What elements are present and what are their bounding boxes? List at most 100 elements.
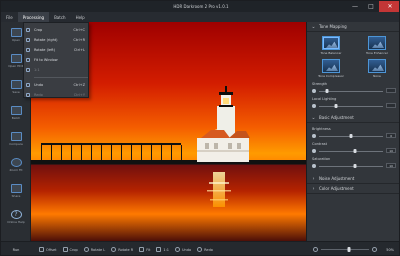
saturation-value[interactable]: 10 bbox=[386, 163, 396, 168]
menu-help[interactable]: Help bbox=[71, 12, 90, 22]
undo-tool[interactable]: Undo bbox=[174, 247, 192, 252]
fit-tool[interactable]: Fit bbox=[139, 247, 150, 252]
tone-balancer-thumbnail bbox=[322, 36, 340, 50]
online-help-tool[interactable]: ? Online Help bbox=[1, 204, 31, 230]
local-lighting-slider[interactable] bbox=[318, 103, 384, 108]
zoom-fit-tool[interactable]: Zoom Fit bbox=[1, 152, 31, 178]
preset-none[interactable]: None bbox=[358, 59, 396, 78]
zoom-out-icon[interactable] bbox=[313, 247, 318, 252]
chevron-right-icon: › bbox=[312, 175, 315, 182]
menu-rotate-left[interactable]: Rotate (left) Ctrl+L bbox=[24, 45, 88, 55]
title-bar: HDR Darkroom 2 Pro v1.0.1 — □ ✕ bbox=[1, 1, 399, 12]
strength-value[interactable] bbox=[386, 88, 396, 93]
noise-adjustment-header[interactable]: › Noise Adjustment bbox=[307, 174, 399, 184]
brightness-value[interactable]: 0 bbox=[386, 133, 396, 138]
contrast-value[interactable]: 10 bbox=[386, 148, 396, 153]
compare-icon bbox=[10, 132, 22, 141]
preset-tone-balancer[interactable]: Tone Balancer bbox=[312, 36, 350, 55]
maximize-button[interactable]: □ bbox=[363, 1, 379, 12]
zoom-in-icon[interactable] bbox=[372, 247, 377, 252]
window-controls: — □ ✕ bbox=[347, 1, 399, 12]
preset-tone-enhancer-label: Tone Enhancer bbox=[365, 51, 389, 55]
contrast-slider[interactable] bbox=[318, 148, 384, 153]
rotate-left-tool[interactable]: Rotate L bbox=[83, 247, 105, 252]
menu-undo[interactable]: Undo Ctrl+Z bbox=[24, 80, 88, 90]
saturation-slider[interactable] bbox=[318, 163, 384, 168]
one-to-one-tool[interactable]: 1:1 bbox=[156, 247, 169, 252]
none-thumbnail bbox=[368, 59, 386, 73]
chevron-down-icon: ⌄ bbox=[311, 23, 316, 30]
zoom-slider[interactable] bbox=[321, 247, 369, 252]
open-label: Open bbox=[11, 38, 20, 42]
menu-rotate-right[interactable]: Rotate (right) Ctrl+R bbox=[24, 35, 88, 45]
tone-presets: Tone Balancer Tone Enhancer Tone Compres… bbox=[307, 32, 399, 78]
menu-rotate-right-label: Rotate (right) bbox=[34, 38, 58, 42]
offset-label: Offset bbox=[46, 247, 57, 252]
color-adjustment-header[interactable]: › Color Adjustment bbox=[307, 184, 399, 194]
strength-thumb[interactable] bbox=[325, 88, 329, 93]
brightness-control: Brightness 0 bbox=[307, 127, 399, 138]
menu-bar: File Processing Batch Help bbox=[1, 12, 399, 22]
tone-compressor-thumbnail bbox=[322, 59, 340, 73]
zoom-thumb[interactable] bbox=[347, 247, 351, 252]
run-button[interactable]: Run bbox=[1, 242, 31, 256]
zoom-icon bbox=[10, 158, 22, 167]
brightness-row: 0 bbox=[312, 133, 396, 138]
local-lighting-thumb[interactable] bbox=[334, 103, 338, 108]
crop-tool[interactable]: Crop bbox=[62, 247, 78, 252]
one-to-one-icon bbox=[156, 247, 162, 252]
saturation-control: Saturation 10 bbox=[307, 157, 399, 168]
basic-adjustment-header[interactable]: ⌄ Basic Adjustment bbox=[307, 113, 399, 123]
share-tool[interactable]: Share bbox=[1, 178, 31, 204]
undo-label: Undo bbox=[181, 247, 192, 252]
basic-adjustment-title: Basic Adjustment bbox=[319, 115, 354, 120]
preset-none-label: None bbox=[373, 74, 381, 78]
compare-tool[interactable]: Compare bbox=[1, 126, 31, 152]
tone-mapping-header[interactable]: ⌄ Tone Mapping bbox=[307, 22, 399, 32]
offset-tool[interactable]: Offset bbox=[39, 247, 57, 252]
undo-icon bbox=[174, 247, 180, 252]
compare-label: Compare bbox=[9, 142, 23, 146]
contrast-row: 10 bbox=[312, 148, 396, 153]
menu-file[interactable]: File bbox=[1, 12, 18, 22]
redo-tool[interactable]: Redo bbox=[197, 247, 213, 252]
menu-undo-shortcut: Ctrl+Z bbox=[73, 83, 85, 87]
menu-batch[interactable]: Batch bbox=[49, 12, 71, 22]
brightness-thumb[interactable] bbox=[349, 133, 353, 138]
strength-icon bbox=[312, 88, 316, 93]
redo-icon bbox=[197, 247, 203, 252]
online-help-label: Online Help bbox=[7, 220, 25, 224]
local-lighting-value[interactable] bbox=[386, 103, 396, 108]
save-label: Save bbox=[12, 90, 20, 94]
zoom-fit-label: Zoom Fit bbox=[9, 168, 23, 172]
menu-crop-shortcut: Ctrl+C bbox=[73, 28, 85, 32]
rotate-right-tool[interactable]: Rotate R bbox=[111, 247, 133, 252]
menu-processing[interactable]: Processing bbox=[17, 12, 50, 22]
preset-tone-balancer-label: Tone Balancer bbox=[320, 51, 342, 55]
close-button[interactable]: ✕ bbox=[379, 1, 399, 12]
saturation-icon bbox=[312, 163, 316, 168]
minimize-button[interactable]: — bbox=[347, 1, 363, 12]
strength-slider[interactable] bbox=[318, 88, 384, 93]
share-label: Share bbox=[11, 194, 21, 198]
rotate-right-icon bbox=[26, 38, 30, 42]
save-icon bbox=[10, 80, 22, 89]
local-lighting-track bbox=[318, 105, 384, 107]
chevron-down-icon: ⌄ bbox=[311, 114, 316, 121]
contrast-thumb[interactable] bbox=[353, 148, 357, 153]
menu-crop[interactable]: Crop Ctrl+C bbox=[24, 25, 88, 35]
chevron-right-icon: › bbox=[312, 185, 315, 192]
tone-enhancer-thumbnail bbox=[368, 36, 386, 50]
preset-tone-compressor[interactable]: Tone Compressor bbox=[312, 59, 350, 78]
menu-fit-to-window[interactable]: Fit to Window bbox=[24, 55, 88, 65]
preset-tone-enhancer[interactable]: Tone Enhancer bbox=[358, 36, 396, 55]
brightness-slider[interactable] bbox=[318, 133, 384, 138]
menu-undo-label: Undo bbox=[34, 83, 44, 87]
fit-icon bbox=[139, 247, 145, 252]
preset-tone-compressor-label: Tone Compressor bbox=[318, 74, 344, 78]
bottom-toolbar: Run Offset Crop Rotate L Rotate R Fit 1:… bbox=[1, 241, 399, 256]
rotate-left-icon bbox=[83, 247, 89, 252]
menu-redo-shortcut: Ctrl+Y bbox=[73, 93, 85, 97]
batch-tool[interactable]: Batch bbox=[1, 100, 31, 126]
saturation-thumb[interactable] bbox=[353, 163, 357, 168]
